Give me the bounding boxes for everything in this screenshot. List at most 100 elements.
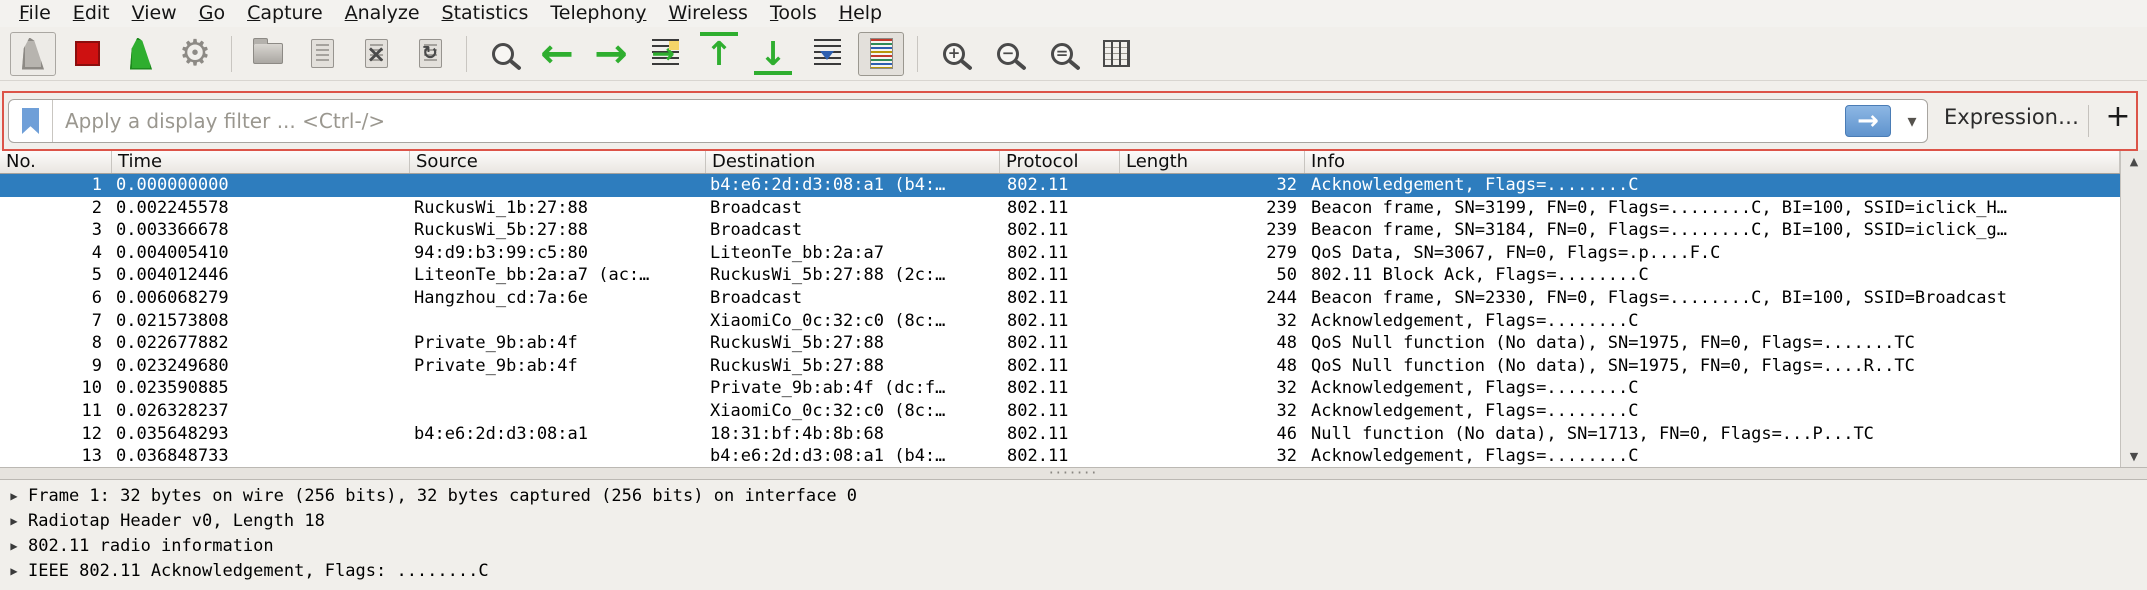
apply-filter-button[interactable]: → — [1845, 105, 1891, 137]
pane-splitter[interactable]: ······· — [0, 467, 2147, 480]
packet-row[interactable]: 30.003366678RuckusWi_5b:27:88Broadcast80… — [0, 219, 2120, 242]
stop-capture-button[interactable] — [64, 32, 110, 76]
packet-row[interactable]: 80.022677882Private_9b:ab:4fRuckusWi_5b:… — [0, 332, 2120, 355]
detail-row[interactable]: ▶802.11 radio information — [0, 533, 2147, 558]
doc-x-glyph: × — [366, 42, 386, 66]
packet-row[interactable]: 70.021573808XiaomiCo_0c:32:c0 (8c:…802.1… — [0, 310, 2120, 333]
menu-statistics[interactable]: Statistics — [431, 0, 540, 27]
cell-time: 0.023590885 — [112, 377, 410, 400]
expression-button[interactable]: Expression… — [1944, 105, 2079, 129]
menu-view[interactable]: View — [121, 0, 188, 27]
collapsed-caret-icon[interactable]: ▶ — [0, 514, 28, 528]
column-header-length[interactable]: Length — [1120, 150, 1305, 173]
menu-file[interactable]: File — [8, 0, 62, 27]
go-to-packet-button[interactable]: → — [642, 32, 688, 76]
cell-time: 0.026328237 — [112, 400, 410, 423]
menu-analyze[interactable]: Analyze — [334, 0, 431, 27]
collapsed-caret-icon[interactable]: ▶ — [0, 564, 28, 578]
packet-row[interactable]: 100.023590885Private_9b:ab:4f (dc:f…802.… — [0, 377, 2120, 400]
menu-edit[interactable]: Edit — [62, 0, 121, 27]
cell-info: QoS Null function (No data), SN=1975, FN… — [1305, 332, 2120, 355]
cell-time: 0.000000000 — [112, 174, 410, 197]
folder-icon — [253, 43, 283, 64]
packet-row[interactable]: 10.000000000b4:e6:2d:d3:08:a1 (b4:…802.1… — [0, 174, 2120, 197]
save-capture-button[interactable] — [299, 32, 345, 76]
column-header-destination[interactable]: Destination — [706, 150, 1000, 173]
menu-telephony[interactable]: Telephony — [539, 0, 657, 27]
add-filter-button[interactable]: + — [2098, 99, 2138, 134]
arrow-top-icon: ↑ — [703, 37, 735, 70]
zoom-out-button[interactable]: − — [985, 32, 1031, 76]
resize-columns-button[interactable] — [1093, 32, 1139, 76]
cell-no: 11 — [0, 400, 112, 423]
packet-row[interactable]: 20.002245578RuckusWi_1b:27:88Broadcast80… — [0, 197, 2120, 220]
scrollbar-up-button[interactable]: ▲ — [2121, 150, 2147, 172]
packet-row[interactable]: 90.023249680Private_9b:ab:4fRuckusWi_5b:… — [0, 355, 2120, 378]
first-packet-button[interactable]: ↑ — [696, 32, 742, 76]
cell-proto: 802.11 — [1000, 355, 1120, 378]
cell-len: 32 — [1120, 445, 1305, 467]
cell-time: 0.003366678 — [112, 219, 410, 242]
column-header-source[interactable]: Source — [410, 150, 706, 173]
apply-arrow-icon: → — [1857, 108, 1879, 134]
cell-dst: Broadcast — [706, 197, 1000, 220]
menu-wireless[interactable]: Wireless — [657, 0, 759, 27]
find-packet-button[interactable] — [480, 32, 526, 76]
capture-options-button[interactable]: ⚙ — [172, 32, 218, 76]
collapsed-caret-icon[interactable]: ▶ — [0, 539, 28, 553]
reload-capture-button[interactable]: ↻ — [407, 32, 453, 76]
filter-history-dropdown[interactable]: ▾ — [1897, 111, 1927, 132]
menu-go[interactable]: Go — [188, 0, 236, 27]
display-filter-input[interactable] — [53, 100, 1845, 142]
packet-row[interactable]: 110.026328237XiaomiCo_0c:32:c0 (8c:…802.… — [0, 400, 2120, 423]
detail-text: Radiotap Header v0, Length 18 — [28, 511, 325, 531]
column-header-no[interactable]: No. — [0, 150, 112, 173]
cell-info: QoS Data, SN=3067, FN=0, Flags=.p....F.C — [1305, 242, 2120, 265]
cell-len: 32 — [1120, 310, 1305, 333]
cell-proto: 802.11 — [1000, 332, 1120, 355]
filter-bookmark-button[interactable] — [9, 100, 53, 142]
column-header-info[interactable]: Info — [1305, 150, 2120, 173]
detail-text: 802.11 radio information — [28, 536, 274, 556]
last-packet-button[interactable]: ↓ — [750, 32, 796, 76]
cell-len: 50 — [1120, 264, 1305, 287]
menu-tools[interactable]: Tools — [759, 0, 828, 27]
cell-len: 279 — [1120, 242, 1305, 265]
cell-src: Hangzhou_cd:7a:6e — [410, 287, 706, 310]
cell-time: 0.002245578 — [112, 197, 410, 220]
column-header-protocol[interactable]: Protocol — [1000, 150, 1120, 173]
next-packet-button[interactable]: → — [588, 32, 634, 76]
collapsed-caret-icon[interactable]: ▶ — [0, 489, 28, 503]
display-filter-field: → ▾ — [8, 99, 1928, 143]
cell-len: 48 — [1120, 332, 1305, 355]
cell-no: 4 — [0, 242, 112, 265]
toolbar-separator — [917, 36, 918, 72]
column-header-time[interactable]: Time — [112, 150, 410, 173]
cell-dst: Broadcast — [706, 287, 1000, 310]
detail-row[interactable]: ▶Frame 1: 32 bytes on wire (256 bits), 3… — [0, 483, 2147, 508]
previous-packet-button[interactable]: ← — [534, 32, 580, 76]
detail-row[interactable]: ▶Radiotap Header v0, Length 18 — [0, 508, 2147, 533]
start-capture-button[interactable] — [10, 32, 56, 76]
zoom-in-button[interactable]: + — [931, 32, 977, 76]
colorize-toggle[interactable] — [858, 32, 904, 76]
cell-dst: LiteonTe_bb:2a:a7 — [706, 242, 1000, 265]
scrollbar-down-button[interactable]: ▼ — [2121, 445, 2147, 467]
menu-capture[interactable]: Capture — [236, 0, 334, 27]
auto-scroll-toggle[interactable] — [804, 32, 850, 76]
packet-row[interactable]: 60.006068279Hangzhou_cd:7a:6eBroadcast80… — [0, 287, 2120, 310]
zoom-reset-button[interactable]: = — [1039, 32, 1085, 76]
packet-row[interactable]: 40.00400541094:d9:b3:99:c5:80LiteonTe_bb… — [0, 242, 2120, 265]
restart-capture-button[interactable] — [118, 32, 164, 76]
cell-len: 46 — [1120, 423, 1305, 446]
open-capture-button[interactable] — [245, 32, 291, 76]
menu-help[interactable]: Help — [828, 0, 893, 27]
packet-list-scrollbar[interactable]: ▲ ▼ — [2120, 150, 2147, 467]
close-capture-button[interactable]: × — [353, 32, 399, 76]
cell-proto: 802.11 — [1000, 219, 1120, 242]
detail-row[interactable]: ▶IEEE 802.11 Acknowledgement, Flags: ...… — [0, 558, 2147, 583]
packet-row[interactable]: 120.035648293b4:e6:2d:d3:08:a118:31:bf:4… — [0, 423, 2120, 446]
packet-row[interactable]: 50.004012446LiteonTe_bb:2a:a7 (ac:…Rucku… — [0, 264, 2120, 287]
cell-proto: 802.11 — [1000, 310, 1120, 333]
cell-len: 48 — [1120, 355, 1305, 378]
